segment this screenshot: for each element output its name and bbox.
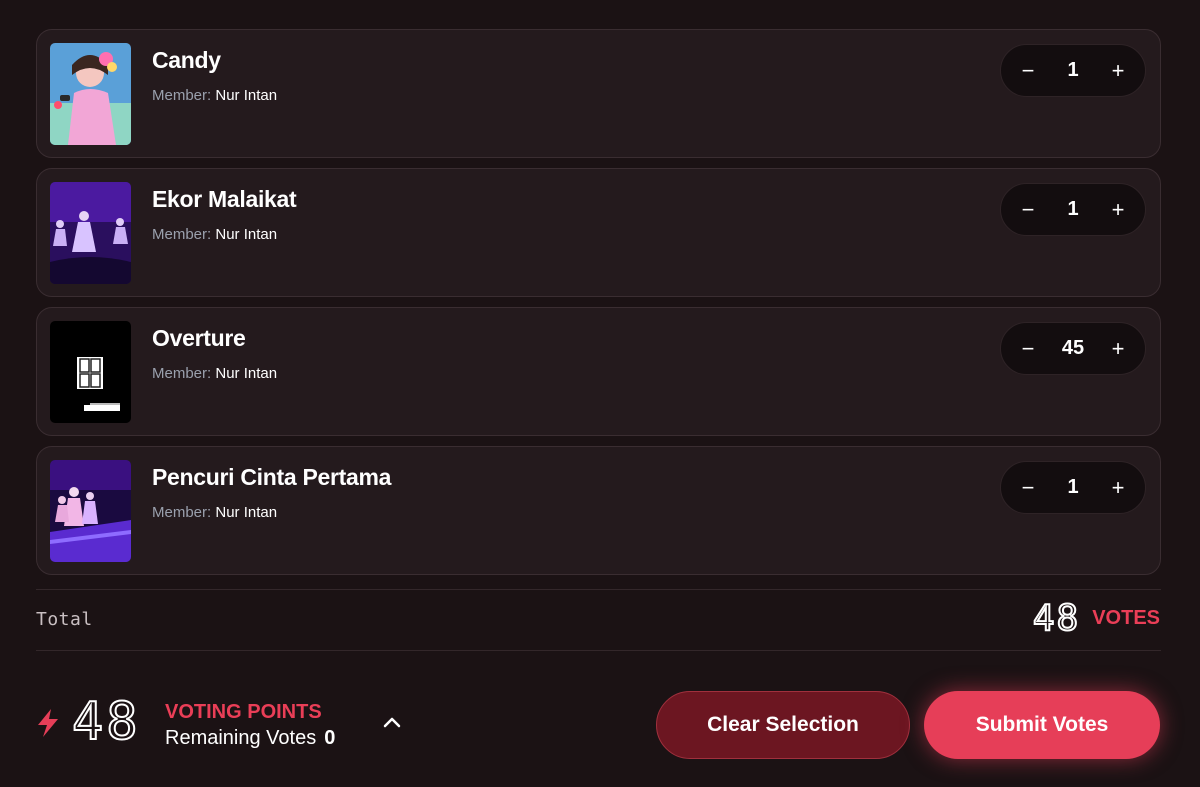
song-thumbnail	[50, 460, 131, 562]
song-thumbnail	[50, 43, 131, 145]
vote-count: 1	[1067, 198, 1079, 220]
member-label: Member:	[152, 365, 212, 382]
member-label: Member:	[152, 87, 212, 104]
voting-points-panel: 48 VOTING POINTS Remaining Votes 0	[34, 690, 434, 760]
song-title: Candy	[152, 47, 221, 73]
decrement-button[interactable]: −	[1003, 323, 1053, 374]
member-label: Member:	[152, 504, 212, 521]
member-label: Member:	[152, 226, 212, 243]
divider	[36, 589, 1161, 590]
vote-count: 1	[1067, 59, 1079, 81]
total-votes: 48 VOTES	[1032, 597, 1160, 640]
increment-button[interactable]: +	[1093, 184, 1143, 235]
vote-stepper: − 45 +	[1000, 322, 1146, 375]
song-thumbnail	[50, 321, 131, 423]
member-name: Nur Intan	[215, 365, 278, 382]
song-card: Pencuri Cinta Pertama Member: Nur Intan …	[36, 446, 1161, 575]
song-member: Member: Nur Intan	[152, 87, 277, 104]
remaining-votes-label: Remaining Votes	[165, 727, 317, 749]
remaining-votes-value: 0	[324, 727, 336, 749]
song-member: Member: Nur Intan	[152, 365, 277, 382]
song-title: Pencuri Cinta Pertama	[152, 464, 392, 490]
increment-button[interactable]: +	[1093, 45, 1143, 96]
total-votes-unit: VOTES	[1092, 607, 1160, 629]
song-card: Overture Member: Nur Intan − 45 +	[36, 307, 1161, 436]
song-member: Member: Nur Intan	[152, 504, 277, 521]
vote-count: 1	[1067, 476, 1079, 498]
voting-points-title: VOTING POINTS	[165, 701, 322, 723]
vote-count: 45	[1061, 337, 1085, 359]
chevron-up-icon[interactable]	[382, 714, 402, 730]
total-label: Total	[36, 609, 93, 630]
vote-stepper: − 1 +	[1000, 461, 1146, 514]
remaining-votes: Remaining Votes 0	[165, 727, 335, 750]
song-list: Candy Member: Nur Intan − 1 + Ekor Malai…	[36, 29, 1161, 585]
song-title: Overture	[152, 325, 246, 351]
increment-button[interactable]: +	[1093, 462, 1143, 513]
song-thumbnail	[50, 182, 131, 284]
total-votes-value: 48	[1032, 597, 1081, 640]
increment-button[interactable]: +	[1093, 323, 1143, 374]
decrement-button[interactable]: −	[1003, 462, 1053, 513]
song-title: Ekor Malaikat	[152, 186, 297, 212]
member-name: Nur Intan	[215, 226, 278, 243]
member-name: Nur Intan	[215, 87, 278, 104]
vote-stepper: − 1 +	[1000, 44, 1146, 97]
voting-page: Candy Member: Nur Intan − 1 + Ekor Malai…	[0, 0, 1200, 787]
song-card: Ekor Malaikat Member: Nur Intan − 1 +	[36, 168, 1161, 297]
decrement-button[interactable]: −	[1003, 45, 1053, 96]
lightning-bolt-icon	[38, 709, 58, 737]
submit-votes-button[interactable]: Submit Votes	[924, 691, 1160, 759]
divider	[36, 650, 1161, 651]
decrement-button[interactable]: −	[1003, 184, 1053, 235]
member-name: Nur Intan	[215, 504, 278, 521]
song-member: Member: Nur Intan	[152, 226, 277, 243]
song-card: Candy Member: Nur Intan − 1 +	[36, 29, 1161, 158]
voting-points-value: 48	[71, 691, 141, 753]
clear-selection-button[interactable]: Clear Selection	[656, 691, 910, 759]
vote-stepper: − 1 +	[1000, 183, 1146, 236]
